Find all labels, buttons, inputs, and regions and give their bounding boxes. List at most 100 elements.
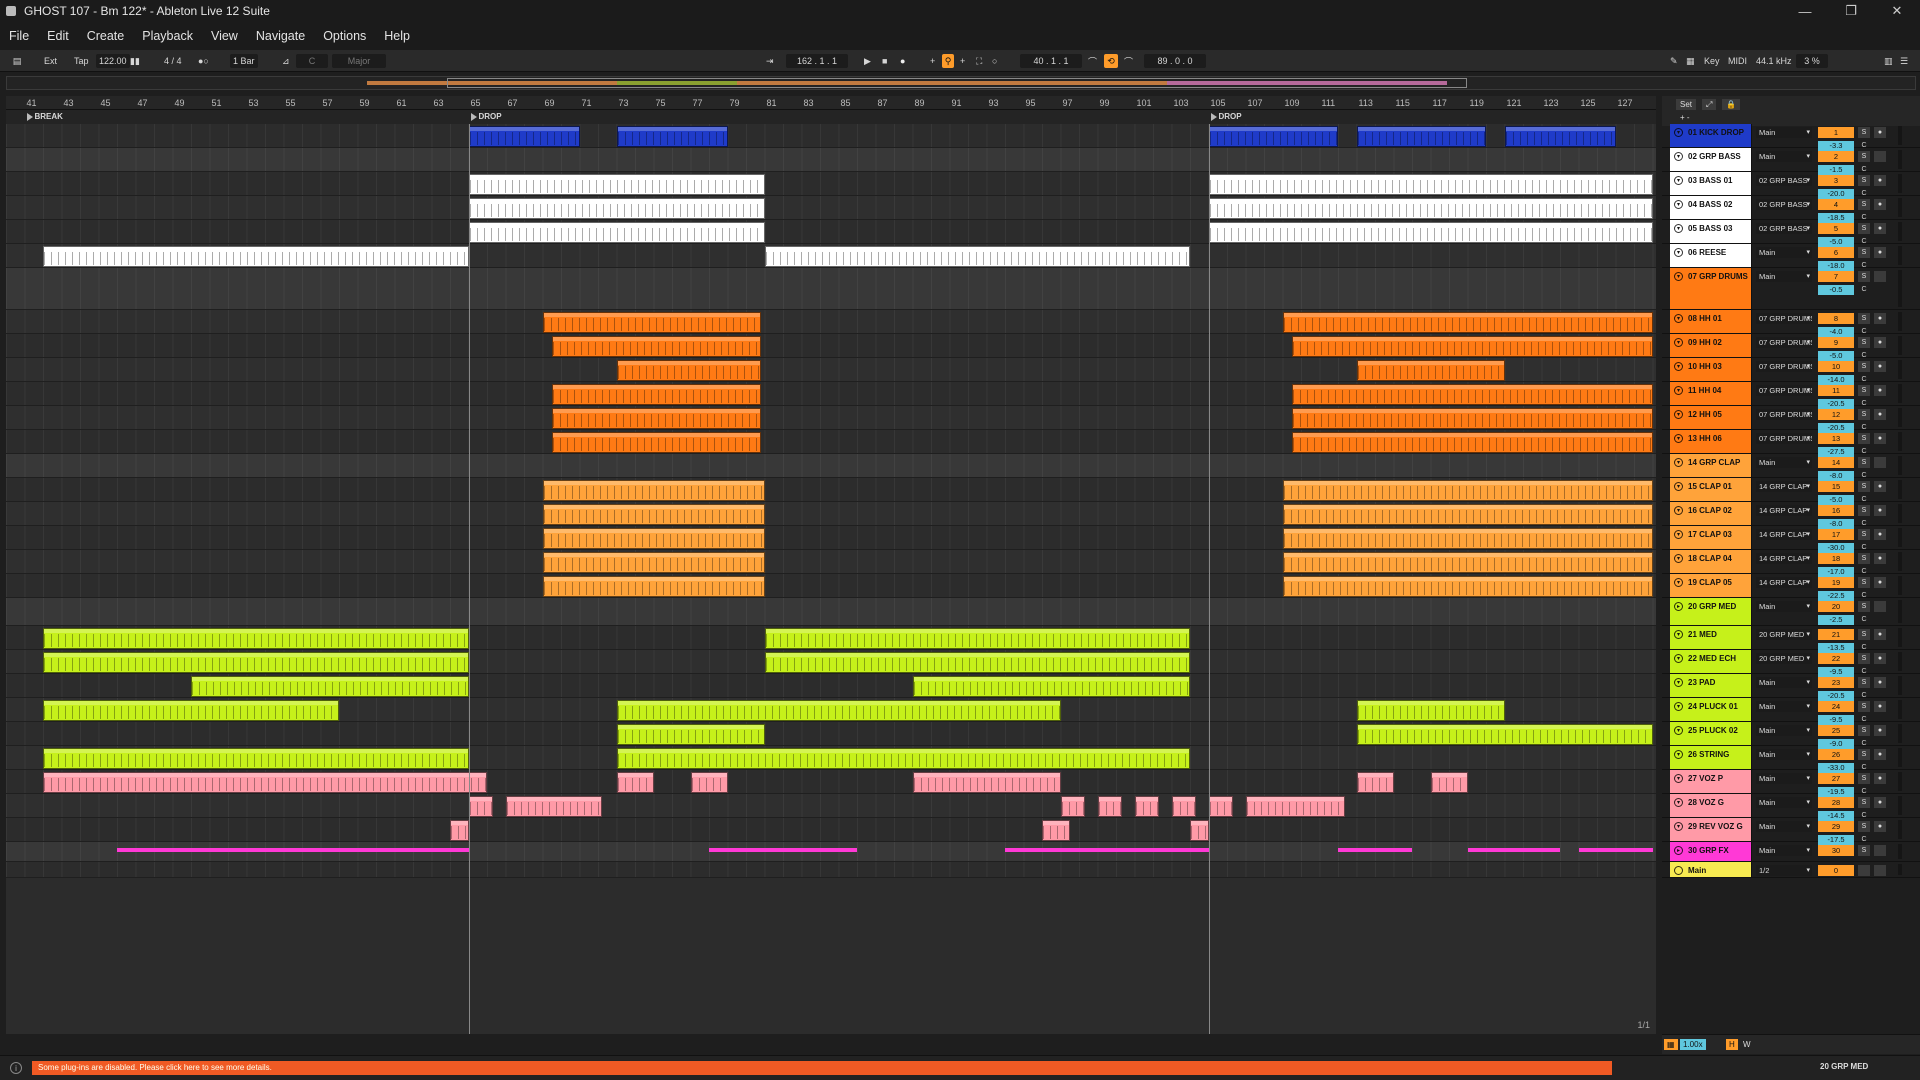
track-fold-icon[interactable]: ▾ (1674, 338, 1683, 347)
track-activator-button[interactable]: 3 (1818, 175, 1854, 186)
automation-arm-icon[interactable]: ⚲ (942, 54, 954, 68)
ext-sync-button[interactable]: Ext (44, 54, 57, 68)
track-fold-icon[interactable]: ▾ (1674, 798, 1683, 807)
track-name-cell[interactable]: ▾ 03 BASS 01 (1670, 172, 1752, 195)
track-fold-icon[interactable]: ▾ (1674, 176, 1683, 185)
track-activator-button[interactable]: 20 (1818, 601, 1854, 612)
output-routing-dropdown[interactable]: Main (1756, 701, 1812, 712)
track-header[interactable]: ▾ 24 PLUCK 01 Main 24 -9.5 S C ● (1662, 698, 1920, 725)
overview-viewport[interactable] (447, 78, 1467, 88)
track-name-cell[interactable]: ▾ 04 BASS 02 (1670, 196, 1752, 219)
track-activator-button[interactable]: 26 (1818, 749, 1854, 760)
solo-button[interactable]: S (1858, 505, 1870, 516)
output-routing-dropdown[interactable]: Main (1756, 773, 1812, 784)
track-name-cell[interactable]: ▾ 13 HH 06 (1670, 430, 1752, 453)
solo-button[interactable]: S (1858, 773, 1870, 784)
clip[interactable] (1245, 796, 1346, 817)
arm-button[interactable]: ● (1874, 577, 1886, 588)
solo-button[interactable]: S (1858, 199, 1870, 210)
locator-marker[interactable]: DROP (1209, 112, 1242, 121)
track-header[interactable]: ▾ 27 VOZ P Main 27 -19.5 S C ● (1662, 770, 1920, 797)
output-routing-dropdown[interactable]: 02 GRP BASS (1756, 223, 1812, 234)
quantize-dropdown[interactable]: 1 Bar (230, 54, 258, 68)
track-header[interactable]: ▾ 22 MED ECH 20 GRP MED 22 -9.5 S C ● (1662, 650, 1920, 677)
plugin-warning-banner[interactable]: Some plug-ins are disabled. Please click… (32, 1061, 1612, 1075)
lock-icon[interactable]: 🔒 (1722, 99, 1740, 110)
track-fold-icon[interactable]: ▾ (1674, 554, 1683, 563)
output-routing-dropdown[interactable]: 14 GRP CLAP (1756, 481, 1812, 492)
clip[interactable] (1208, 222, 1653, 243)
output-routing-dropdown[interactable]: 20 GRP MED (1756, 629, 1812, 640)
arm-button[interactable]: ● (1874, 773, 1886, 784)
track-fold-icon[interactable] (1674, 866, 1683, 875)
clip[interactable] (1291, 336, 1653, 357)
track-name-cell[interactable]: ▾ 18 CLAP 04 (1670, 550, 1752, 573)
track-name-cell[interactable]: ▾ 15 CLAP 01 (1670, 478, 1752, 501)
clip[interactable] (468, 222, 765, 243)
arm-button[interactable]: ● (1874, 629, 1886, 640)
solo-button[interactable]: S (1858, 529, 1870, 540)
solo-button[interactable]: S (1858, 677, 1870, 688)
clip[interactable] (468, 126, 580, 147)
overdub-icon[interactable]: + (930, 54, 935, 68)
track-activator-button[interactable]: 28 (1818, 797, 1854, 808)
track-fold-icon[interactable]: ▾ (1674, 386, 1683, 395)
output-routing-dropdown[interactable]: Main (1756, 725, 1812, 736)
track-name-cell[interactable]: ▾ 08 HH 01 (1670, 310, 1752, 333)
track-fold-icon[interactable]: ▾ (1674, 774, 1683, 783)
track-header[interactable]: ▸ 20 GRP MED Main 20 -2.5 S C (1662, 598, 1920, 626)
track-activator-button[interactable]: 11 (1818, 385, 1854, 396)
track-header[interactable]: ▾ 23 PAD Main 23 -20.5 S C ● (1662, 674, 1920, 701)
draw-mode-icon[interactable]: ✎ (1670, 54, 1678, 68)
grid-icon[interactable]: ▦ (1664, 1039, 1678, 1050)
fx-clip[interactable] (709, 848, 857, 852)
solo-button[interactable]: S (1858, 725, 1870, 736)
output-routing-dropdown[interactable]: 14 GRP CLAP (1756, 577, 1812, 588)
solo-button[interactable]: S (1858, 433, 1870, 444)
arm-button[interactable]: ● (1874, 175, 1886, 186)
track-activator-button[interactable]: 1 (1818, 127, 1854, 138)
arm-button[interactable]: ● (1874, 247, 1886, 258)
clip[interactable] (1430, 772, 1468, 793)
solo-button[interactable]: S (1858, 175, 1870, 186)
output-routing-dropdown[interactable]: Main (1756, 821, 1812, 832)
track-name-cell[interactable]: ▾ 01 KICK DROP (1670, 124, 1752, 147)
menu-help[interactable]: Help (375, 29, 419, 43)
track-fold-icon[interactable]: ▾ (1674, 128, 1683, 137)
clip[interactable] (1208, 126, 1338, 147)
clip[interactable] (1190, 820, 1209, 841)
fx-clip[interactable] (357, 848, 469, 852)
punch-in-icon[interactable]: ⌒ (1088, 54, 1097, 68)
track-activator-button[interactable]: 14 (1818, 457, 1854, 468)
track-name-cell[interactable]: ▾ 21 MED (1670, 626, 1752, 649)
track-activator-button[interactable]: 5 (1818, 223, 1854, 234)
crossfade-button[interactable]: C (1858, 285, 1870, 295)
output-routing-dropdown[interactable]: Main (1756, 271, 1812, 282)
solo-button[interactable]: S (1858, 481, 1870, 492)
track-lane[interactable] (6, 148, 1656, 172)
fold-all-icon[interactable]: + - (1676, 112, 1694, 123)
track-lane[interactable] (6, 598, 1656, 626)
track-name-cell[interactable]: ▾ 27 VOZ P (1670, 770, 1752, 793)
solo-button[interactable]: S (1858, 409, 1870, 420)
track-activator-button[interactable]: 13 (1818, 433, 1854, 444)
clip[interactable] (1356, 772, 1394, 793)
capture-midi-icon[interactable]: ⛶ (976, 54, 982, 68)
track-name-cell[interactable]: ▾ 17 CLAP 03 (1670, 526, 1752, 549)
clip[interactable] (616, 748, 1190, 769)
solo-button[interactable]: S (1858, 653, 1870, 664)
track-name-cell[interactable]: ▾ 06 REESE (1670, 244, 1752, 267)
crossfade-button[interactable]: C (1858, 615, 1870, 625)
track-activator-button[interactable]: 17 (1818, 529, 1854, 540)
clip[interactable] (1097, 796, 1122, 817)
track-fold-icon[interactable]: ▾ (1674, 200, 1683, 209)
clip[interactable] (551, 408, 761, 429)
key-dropdown[interactable]: C (296, 54, 328, 68)
clip[interactable] (764, 246, 1190, 267)
clip[interactable] (542, 576, 765, 597)
computer-keyboard-icon[interactable]: ▦ (1686, 54, 1695, 68)
track-fold-icon[interactable]: ▾ (1674, 248, 1683, 257)
track-name-cell[interactable]: ▾ 11 HH 04 (1670, 382, 1752, 405)
arm-button[interactable]: ● (1874, 127, 1886, 138)
clip[interactable] (616, 126, 728, 147)
